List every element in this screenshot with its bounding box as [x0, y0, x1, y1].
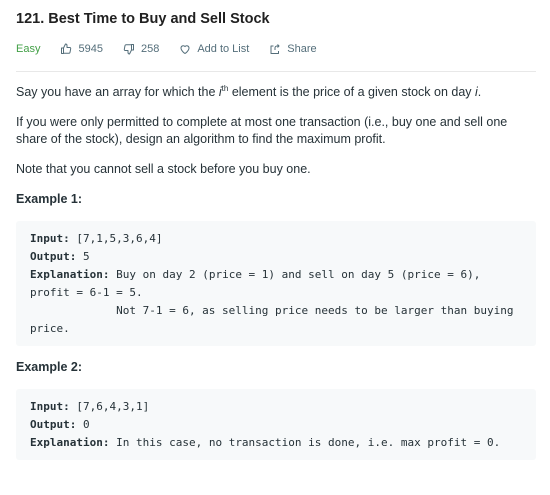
problem-title: 121. Best Time to Buy and Sell Stock: [16, 11, 270, 27]
thumbs-down-icon: [123, 44, 134, 55]
description-paragraph-2: If you were only permitted to complete a…: [16, 115, 508, 146]
example-1-heading: Example 1:: [16, 192, 83, 206]
add-to-list-button[interactable]: Add to List: [179, 43, 249, 55]
heart-icon: [180, 45, 190, 54]
dislike-count: 258: [140, 43, 160, 55]
header-divider: [16, 71, 536, 72]
share-label: Share: [287, 43, 317, 55]
thumbs-up-icon: [61, 43, 72, 54]
example-2-code-block: Input: [7,6,4,3,1] Output: 0 Explanation…: [16, 389, 536, 460]
like-button[interactable]: 5945: [60, 43, 103, 55]
example-1-code-block: Input: [7,1,5,3,6,4] Output: 5 Explanati…: [16, 221, 536, 346]
share-icon: [270, 44, 280, 54]
problem-page: 121. Best Time to Buy and Sell Stock Eas…: [0, 0, 550, 495]
description-paragraph-3: Note that you cannot sell a stock before…: [16, 162, 311, 176]
problem-description: Say you have an array for which the ith …: [16, 84, 536, 473]
share-button[interactable]: Share: [269, 43, 317, 55]
like-count: 5945: [78, 43, 103, 55]
dislike-button[interactable]: 258: [123, 43, 159, 55]
example-2-heading: Example 2:: [16, 360, 83, 374]
problem-meta-bar: Easy 5945 258 Add to List Share: [16, 42, 337, 56]
difficulty-badge: Easy: [16, 43, 41, 55]
add-to-list-label: Add to List: [197, 43, 250, 55]
description-paragraph-1: Say you have an array for which the ith …: [16, 83, 482, 99]
